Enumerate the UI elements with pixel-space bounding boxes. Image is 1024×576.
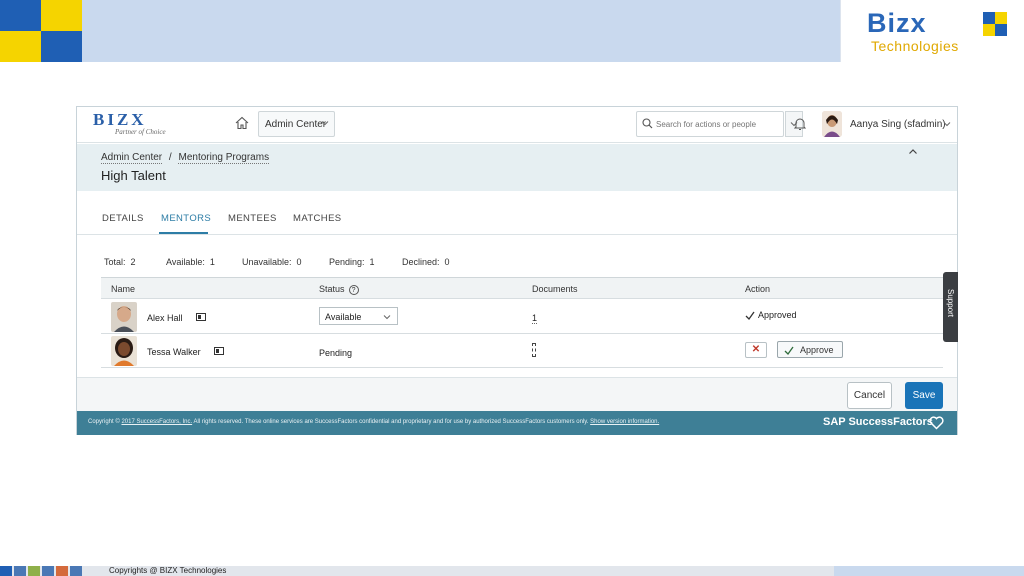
table-header: Name Status? Documents Action: [101, 278, 943, 299]
slide-header: Bizx Technologies: [0, 0, 1024, 62]
column-header-name[interactable]: Name: [111, 284, 135, 294]
corner-logo: [0, 0, 82, 62]
count-pending: Pending: 1: [329, 257, 375, 267]
user-name[interactable]: Aanya Sing (sfadmin): [850, 119, 946, 130]
tab-mentees[interactable]: MENTEES: [228, 213, 277, 224]
count-unavailable: Unavailable: 0: [242, 257, 302, 267]
top-bar: BIZX Partner of Choice Admin Center Aany…: [77, 107, 957, 143]
profile-card-icon[interactable]: [196, 313, 206, 321]
company-logo[interactable]: BIZX Partner of Choice: [93, 110, 217, 138]
admin-center-label: Admin Center: [265, 119, 327, 130]
footer-accent: [834, 566, 1024, 576]
save-button[interactable]: Save: [905, 382, 943, 409]
show-version-link[interactable]: Show version information.: [590, 419, 659, 425]
search-input[interactable]: [656, 116, 781, 132]
active-tab-indicator: [159, 232, 208, 234]
help-icon[interactable]: ?: [348, 284, 359, 295]
column-header-documents[interactable]: Documents: [532, 284, 578, 294]
page-title: High Talent: [101, 168, 166, 183]
reject-button[interactable]: ✕: [745, 342, 767, 358]
checkmark-icon: [784, 346, 794, 356]
sap-successfactors-logo: SAP SuccessFactors: [823, 416, 933, 428]
tab-matches[interactable]: MATCHES: [293, 213, 342, 224]
copyright-text: Copyright © 2017 SuccessFactors, Inc. Al…: [88, 419, 660, 425]
support-label: Support: [946, 289, 955, 318]
search-box[interactable]: [636, 111, 784, 137]
action-footer: Cancel Save: [77, 377, 957, 411]
heart-icon: [929, 416, 944, 430]
copyright-bar: Copyright © 2017 SuccessFactors, Inc. Al…: [77, 411, 957, 435]
brand-logo: Bizx Technologies: [840, 0, 1024, 62]
status-value: Available: [325, 312, 362, 322]
tab-details[interactable]: DETAILS: [102, 213, 144, 224]
search-icon: [642, 118, 653, 129]
mentor-photo: [111, 302, 137, 332]
app-window: BIZX Partner of Choice Admin Center Aany…: [76, 106, 958, 435]
page-header: Admin Center / Mentoring Programs High T…: [77, 144, 957, 191]
tab-mentors[interactable]: MENTORS: [161, 213, 211, 224]
support-tab[interactable]: Support: [943, 272, 958, 342]
status-value: Pending: [319, 348, 353, 358]
status-dropdown[interactable]: Available: [319, 307, 398, 325]
chevron-down-icon: [383, 315, 391, 320]
company-logo-tagline: Partner of Choice: [115, 128, 166, 136]
home-icon[interactable]: [235, 116, 251, 132]
tab-bar: DETAILS MENTORS MENTEES MATCHES: [77, 191, 957, 235]
chevron-down-icon: [321, 121, 329, 126]
column-header-status[interactable]: Status?: [319, 284, 359, 295]
approve-button[interactable]: Approve: [777, 341, 843, 358]
admin-center-dropdown[interactable]: Admin Center: [258, 111, 335, 137]
breadcrumb-admin-center[interactable]: Admin Center: [101, 152, 163, 164]
chevron-down-icon[interactable]: [943, 120, 951, 128]
column-header-action[interactable]: Action: [745, 284, 770, 294]
slide-copyright: Copyrights @ BIZX Technologies: [109, 566, 227, 575]
mentor-name[interactable]: Tessa Walker: [147, 347, 201, 357]
count-available: Available: 1: [166, 257, 215, 267]
profile-card-icon[interactable]: [214, 347, 224, 355]
company-logo-title: BIZX: [93, 110, 147, 129]
breadcrumb: Admin Center / Mentoring Programs: [101, 152, 270, 164]
copyright-link[interactable]: 2017 SuccessFactors, Inc.: [121, 419, 192, 425]
slide-footer: Copyrights @ BIZX Technologies: [0, 566, 1024, 576]
table-row: Tessa Walker Pending ✕ Approve: [101, 334, 943, 368]
breadcrumb-separator: /: [168, 152, 172, 163]
approved-status: Approved: [745, 310, 797, 321]
count-declined: Declined: 0: [402, 257, 450, 267]
mentor-name[interactable]: Alex Hall: [147, 313, 183, 323]
brand-subtitle: Technologies: [871, 38, 959, 54]
notification-bell-icon[interactable]: [793, 117, 807, 131]
mentor-photo: [111, 336, 137, 366]
cancel-button[interactable]: Cancel: [847, 382, 892, 409]
table-row: Alex Hall Available 1 Approved: [101, 300, 943, 334]
chevron-up-icon[interactable]: [908, 148, 918, 156]
documents-count[interactable]: [532, 343, 536, 357]
checkmark-icon: [745, 311, 755, 321]
documents-count[interactable]: 1: [532, 313, 538, 324]
brand-mark-icon: [983, 12, 1007, 36]
brand-title: Bizx: [867, 8, 927, 38]
user-avatar[interactable]: [822, 111, 842, 137]
count-total: Total: 2: [104, 257, 136, 267]
breadcrumb-mentoring-programs[interactable]: Mentoring Programs: [178, 152, 270, 164]
mentors-table: Name Status? Documents Action Alex Hall …: [101, 277, 943, 368]
